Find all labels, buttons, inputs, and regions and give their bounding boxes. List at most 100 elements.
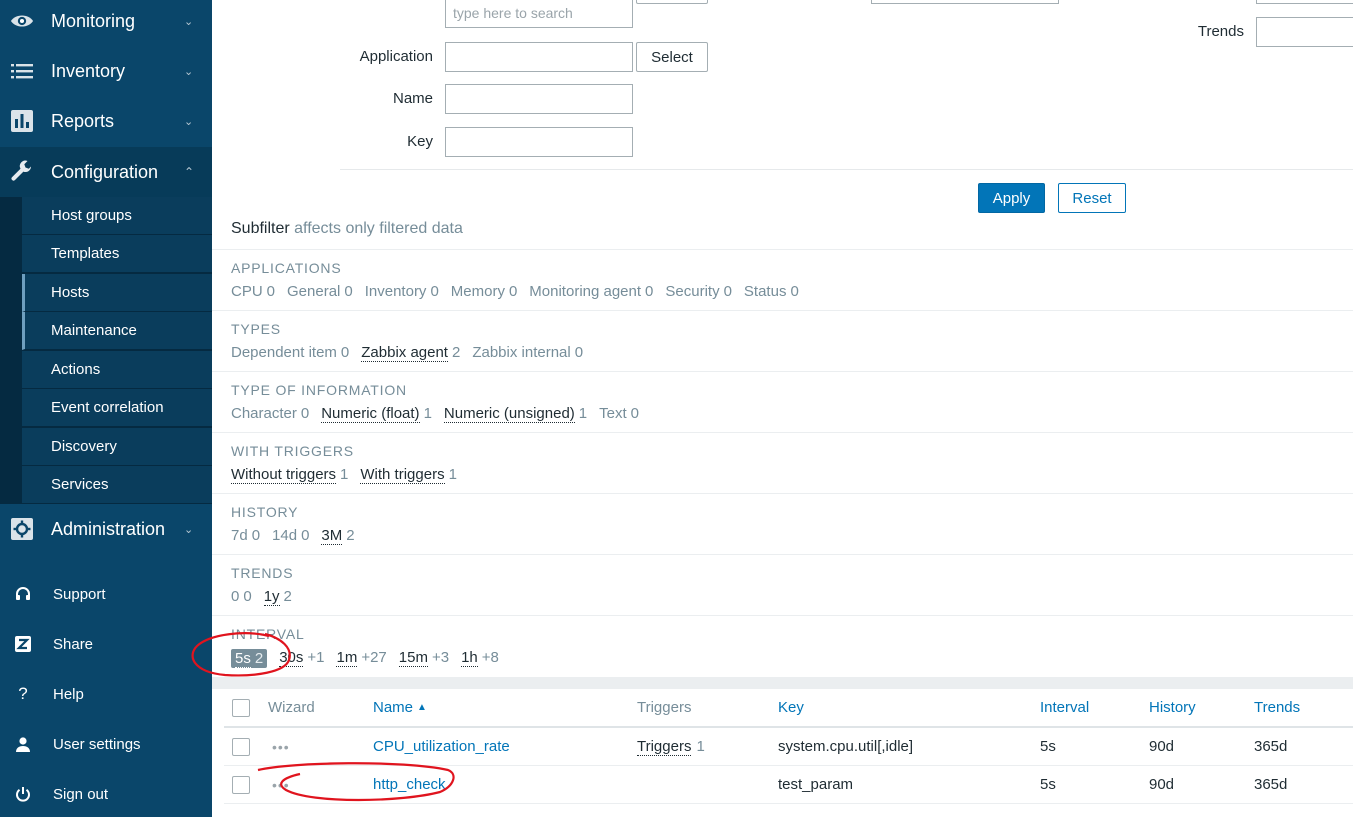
subfilter-option-label: 1m	[336, 649, 358, 667]
application-select-button[interactable]: Select	[636, 42, 708, 72]
subfilter-group-heading: TRENDS	[231, 565, 294, 581]
header-interval[interactable]: Interval	[1040, 689, 1089, 726]
header-name[interactable]: Name ▲	[373, 689, 427, 726]
subfilter-option-label: Zabbix internal	[472, 344, 571, 361]
subfilter-group: WITH TRIGGERS Without triggers 1 With trigg…	[212, 432, 1353, 493]
submenu-actions[interactable]: Actions	[22, 351, 212, 389]
nav-help[interactable]: ? Help	[0, 669, 212, 719]
subfilter-option[interactable]: 3M 2	[321, 527, 355, 545]
apply-button[interactable]: Apply	[978, 183, 1045, 213]
item-name-link[interactable]: CPU_utilization_rate	[373, 738, 510, 755]
subfilter-option-label: Inventory	[364, 283, 427, 300]
wizard-menu-icon[interactable]: •••	[272, 766, 290, 803]
row-checkbox[interactable]	[232, 737, 250, 756]
bar-chart-icon	[10, 109, 34, 133]
header-history[interactable]: History	[1149, 689, 1196, 726]
submenu-event-correlation[interactable]: Event correlation	[22, 389, 212, 427]
filter-input-top[interactable]	[871, 0, 1059, 4]
trends-input[interactable]	[1256, 17, 1353, 47]
reset-button[interactable]: Reset	[1058, 183, 1126, 213]
filter-divider	[340, 169, 1353, 170]
chevron-down-icon: ⌄	[184, 115, 194, 128]
subfilter-option-count: 0	[508, 283, 518, 300]
wrench-icon	[10, 160, 34, 184]
header-key[interactable]: Key	[778, 689, 804, 726]
subfilter-group-heading: TYPE OF INFORMATION	[231, 382, 407, 398]
row-checkbox[interactable]	[232, 775, 250, 794]
subfilter-option[interactable]: Zabbix agent 2	[361, 344, 460, 362]
subfilter-option-count: 0	[723, 283, 732, 300]
name-input[interactable]	[445, 84, 633, 114]
nav-sign-out[interactable]: Sign out	[0, 769, 212, 817]
name-label: Name	[392, 90, 433, 107]
subfilter-option[interactable]: 5s 2	[231, 649, 268, 668]
subfilter-option: Zabbix internal 0	[472, 344, 583, 361]
subfilter-option: Security 0	[665, 283, 732, 300]
power-icon	[12, 783, 34, 805]
header-trends[interactable]: Trends	[1254, 689, 1300, 726]
subfilter-option[interactable]: 1y 2	[263, 588, 292, 606]
key-label: Key	[407, 133, 433, 150]
subfilter-option[interactable]: 1h +8	[461, 649, 499, 668]
submenu-services[interactable]: Services	[22, 466, 212, 504]
nav-inventory[interactable]: Inventory ⌄	[0, 46, 212, 96]
nav-configuration[interactable]: Configuration ⌃	[0, 147, 212, 197]
subfilter-option-count: 0	[790, 283, 799, 300]
submenu-discovery[interactable]: Discovery	[22, 428, 212, 466]
subfilter-option-label: 5s	[235, 650, 251, 668]
subfilter-option-label: Numeric (float)	[321, 405, 420, 423]
subfilter-option[interactable]: Numeric (unsigned) 1	[443, 405, 587, 423]
triggers-link[interactable]: Triggers	[637, 738, 692, 756]
nav-support[interactable]: Support	[0, 569, 212, 619]
subfilter-option: Text 0	[599, 405, 639, 422]
subfilter-option[interactable]: With triggers 1	[360, 466, 457, 484]
subfilter-option: General 0	[287, 283, 353, 300]
subfilter-option-label: 14d	[272, 527, 298, 544]
item-name-link[interactable]: http_check	[373, 776, 446, 793]
nav-administration[interactable]: Administration ⌄	[0, 504, 212, 554]
subfilter-option[interactable]: Without triggers 1	[231, 466, 348, 484]
host-select-button[interactable]	[636, 0, 708, 4]
subfilter-option-label: 1y	[263, 588, 280, 606]
subfilter-option-count: 0	[300, 405, 310, 422]
subfilter-option-label: Status	[743, 283, 787, 300]
subfilter-option-label: General	[287, 283, 341, 300]
nav-user-settings[interactable]: User settings	[0, 719, 212, 769]
submenu-hosts[interactable]: Hosts	[22, 274, 212, 312]
configuration-submenu: Host groups Templates Hosts Maintenance …	[0, 197, 212, 504]
filter-input-top-right[interactable]	[1256, 0, 1353, 4]
submenu-host-groups[interactable]: Host groups	[22, 197, 212, 235]
nav-monitoring[interactable]: Monitoring ⌄	[0, 0, 212, 46]
subfilter-option-count: 0	[243, 588, 252, 605]
triggers-count: 1	[696, 738, 705, 755]
host-search-input[interactable]: type here to search	[445, 0, 633, 28]
submenu-maintenance[interactable]: Maintenance	[22, 312, 212, 350]
key-input[interactable]	[445, 127, 633, 157]
trends-label: Trends	[1197, 23, 1244, 40]
application-input[interactable]	[445, 42, 633, 72]
item-interval: 5s	[1040, 776, 1056, 793]
subfilter-option[interactable]: 1m +27	[336, 649, 387, 668]
subfilter-option: 7d 0	[231, 527, 260, 544]
wizard-menu-icon[interactable]: •••	[272, 728, 290, 765]
gear-icon	[10, 517, 34, 541]
nav-share[interactable]: Share	[0, 619, 212, 669]
select-all-checkbox[interactable]	[232, 698, 250, 717]
nav-reports[interactable]: Reports ⌄	[0, 96, 212, 146]
submenu-templates[interactable]: Templates	[22, 235, 212, 273]
list-icon	[10, 59, 34, 83]
subfilter-option-label: Zabbix agent	[361, 344, 448, 362]
user-icon	[12, 733, 34, 755]
sidebar: Monitoring ⌄ Inventory ⌄ Reports ⌄ Confi…	[0, 0, 212, 817]
subfilter-option-count: +27	[361, 649, 387, 666]
subfilter-option-label: Character	[231, 405, 297, 422]
subfilter-option-count: +3	[431, 649, 450, 666]
table-header: Wizard Name ▲ Triggers Key Interval Hist…	[224, 689, 1353, 728]
chevron-up-icon: ⌃	[184, 165, 195, 179]
subfilter-option-count: 0	[574, 344, 584, 361]
subfilter-option[interactable]: 30s +1	[279, 649, 324, 668]
subfilter-option[interactable]: Numeric (float) 1	[321, 405, 432, 423]
subfilter-option-label: 0	[231, 588, 240, 605]
subfilter-group-heading: APPLICATIONS	[231, 260, 342, 276]
subfilter-option[interactable]: 15m +3	[398, 649, 450, 668]
